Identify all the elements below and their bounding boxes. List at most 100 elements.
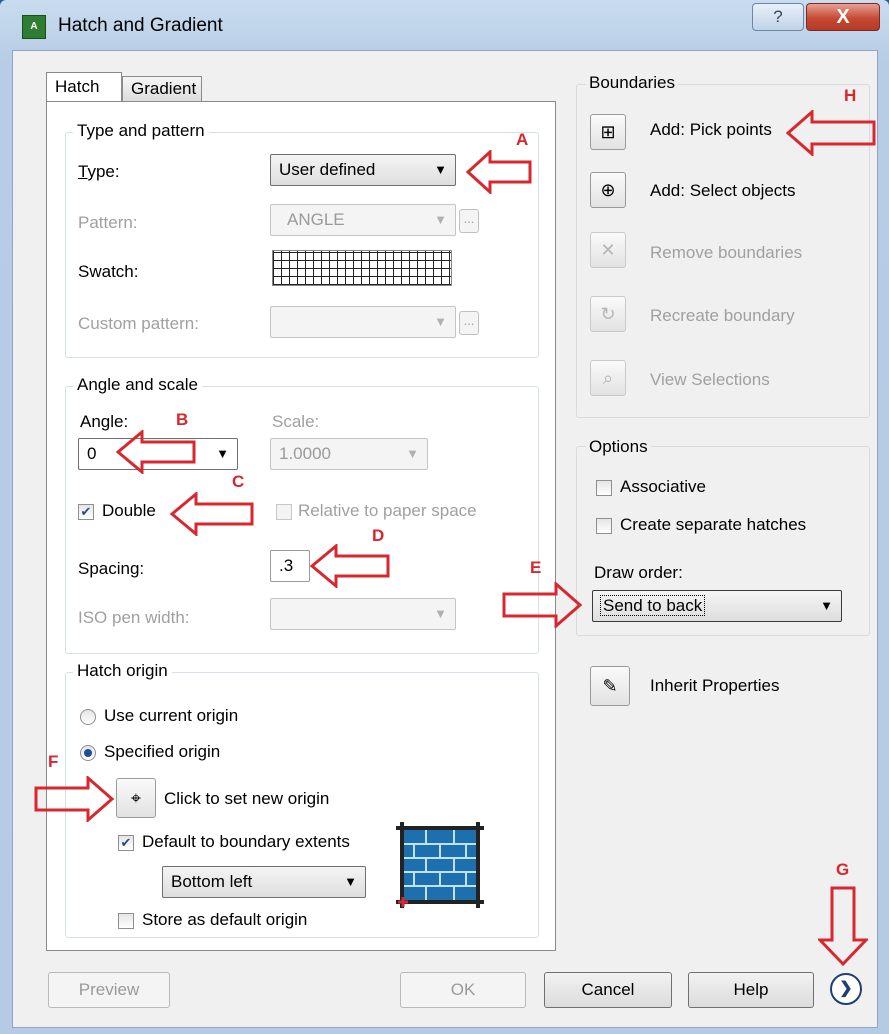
annotation-arrow-left-icon	[116, 430, 196, 474]
scale-value: 1.0000	[279, 444, 331, 463]
window-title: Hatch and Gradient	[58, 15, 223, 36]
chevron-down-icon: ▼	[820, 598, 833, 613]
app-icon: A	[22, 15, 46, 39]
iso-pen-width-label: ISO pen width:	[78, 608, 190, 627]
select-objects-label[interactable]: Add: Select objects	[650, 181, 796, 201]
recreate-boundary-label[interactable]: Recreate boundary	[650, 306, 795, 326]
pattern-browse-button[interactable]: ...	[459, 209, 479, 233]
separate-hatches-checkbox[interactable]	[596, 518, 612, 534]
crosshair-cursor-icon: ⌖	[130, 788, 142, 808]
magnifier-icon: ⌕	[602, 368, 614, 388]
annotation-label-h: H	[844, 86, 857, 105]
ok-button[interactable]: OK	[400, 972, 526, 1008]
inherit-properties-label[interactable]: Inherit Properties	[650, 676, 779, 696]
type-value: User defined	[279, 160, 376, 179]
origin-preview-brick-icon	[396, 822, 484, 908]
store-default-label: Store as default origin	[142, 910, 308, 929]
iso-pen-width-dropdown[interactable]: ▼	[270, 598, 456, 630]
relative-to-paper-label: Relative to paper space	[298, 501, 477, 520]
hatch-origin-title: Hatch origin	[73, 661, 172, 681]
view-selections-label[interactable]: View Selections	[650, 370, 770, 390]
boundaries-title: Boundaries	[586, 73, 679, 93]
cancel-button[interactable]: Cancel	[544, 972, 672, 1008]
annotation-label-f: F	[48, 752, 59, 771]
set-origin-label: Click to set new origin	[164, 789, 330, 808]
select-objects-button[interactable]: ⊕	[590, 172, 626, 208]
spacing-value: .3	[279, 556, 294, 575]
pick-points-label[interactable]: Add: Pick points	[650, 120, 772, 140]
annotation-arrow-down-icon	[818, 886, 868, 966]
swatch-preview[interactable]	[272, 250, 452, 286]
annotation-arrow-left-icon	[170, 492, 254, 536]
annotation-arrow-left-icon	[310, 544, 390, 588]
angle-value: 0	[87, 444, 97, 463]
chevron-down-icon: ▼	[434, 162, 447, 177]
swatch-label: Swatch:	[78, 262, 139, 281]
use-current-origin-label: Use current origin	[104, 706, 239, 725]
paintbrush-icon: ✎	[602, 676, 618, 696]
more-options-button[interactable]: ❯	[830, 973, 862, 1005]
close-button[interactable]: X	[806, 3, 880, 31]
draw-order-dropdown[interactable]: Send to back ▼	[592, 590, 842, 622]
type-dropdown[interactable]: User defined ▼	[270, 154, 456, 186]
recreate-boundary-icon: ↻	[600, 304, 616, 324]
scale-label: Scale:	[272, 412, 320, 431]
help-button[interactable]: Help	[688, 972, 814, 1008]
inherit-properties-button[interactable]: ✎	[590, 666, 630, 706]
options-title: Options	[586, 437, 651, 457]
chevron-down-icon: ▼	[216, 446, 229, 461]
associative-label: Associative	[620, 477, 706, 496]
remove-boundaries-button[interactable]: ✕	[590, 232, 626, 268]
draw-order-label: Draw order:	[594, 563, 683, 582]
annotation-label-b: B	[176, 410, 189, 429]
specified-origin-radio[interactable]	[80, 745, 96, 761]
custom-pattern-label: Custom pattern:	[78, 314, 199, 333]
annotation-label-d: D	[372, 526, 385, 545]
type-and-pattern-title: Type and pattern	[73, 121, 209, 141]
double-label: Double	[102, 501, 156, 520]
scale-dropdown[interactable]: 1.0000 ▼	[270, 438, 428, 470]
separate-hatches-label: Create separate hatches	[620, 515, 807, 534]
help-titlebar-button[interactable]: ?	[752, 3, 804, 31]
default-extents-label: Default to boundary extents	[142, 832, 350, 851]
relative-to-paper-checkbox[interactable]	[276, 504, 292, 520]
pattern-label: Pattern:	[78, 213, 138, 232]
pick-points-button[interactable]: ⊞	[590, 114, 626, 150]
annotation-arrow-right-icon	[34, 776, 114, 822]
use-current-origin-radio[interactable]	[80, 709, 96, 725]
origin-position-dropdown[interactable]: Bottom left ▼	[162, 866, 366, 898]
spacing-label: Spacing:	[78, 559, 145, 578]
chevron-down-icon: ▼	[406, 446, 419, 461]
title-bar: A Hatch and Gradient ? X	[0, 0, 889, 50]
view-selections-button[interactable]: ⌕	[590, 360, 626, 396]
preview-button[interactable]: Preview	[48, 972, 170, 1008]
tab-gradient[interactable]: Gradient	[122, 76, 202, 102]
specified-origin-label: Specified origin	[104, 742, 221, 761]
remove-boundaries-icon: ✕	[600, 240, 616, 260]
spacing-input[interactable]: .3	[270, 550, 310, 582]
draw-order-value: Send to back	[599, 595, 706, 616]
chevron-down-icon: ▼	[434, 606, 447, 621]
associative-checkbox[interactable]	[596, 480, 612, 496]
double-checkbox[interactable]: ✔	[78, 504, 94, 520]
chevron-down-icon: ▼	[434, 314, 447, 329]
angle-and-scale-title: Angle and scale	[73, 375, 202, 395]
select-objects-icon: ⊕	[600, 180, 616, 200]
tab-hatch[interactable]: Hatch	[46, 72, 122, 102]
annotation-label-g: G	[836, 860, 850, 879]
recreate-boundary-button[interactable]: ↻	[590, 296, 626, 332]
chevron-down-icon: ▼	[344, 874, 357, 889]
type-label: Type:	[78, 162, 120, 181]
set-origin-button[interactable]: ⌖	[116, 778, 156, 818]
store-default-checkbox[interactable]	[118, 913, 134, 929]
annotation-label-c: C	[232, 472, 245, 491]
angle-label: Angle:	[80, 412, 129, 431]
custom-pattern-dropdown[interactable]: ▼	[270, 306, 456, 338]
default-extents-checkbox[interactable]: ✔	[118, 835, 134, 851]
custom-pattern-browse-button[interactable]: ...	[459, 311, 479, 335]
remove-boundaries-label[interactable]: Remove boundaries	[650, 243, 802, 263]
pattern-dropdown[interactable]: ANGLE ▼	[270, 204, 456, 236]
annotation-arrow-right-icon	[502, 582, 582, 628]
pattern-value: ANGLE	[287, 210, 345, 229]
pick-points-icon: ⊞	[600, 122, 616, 142]
